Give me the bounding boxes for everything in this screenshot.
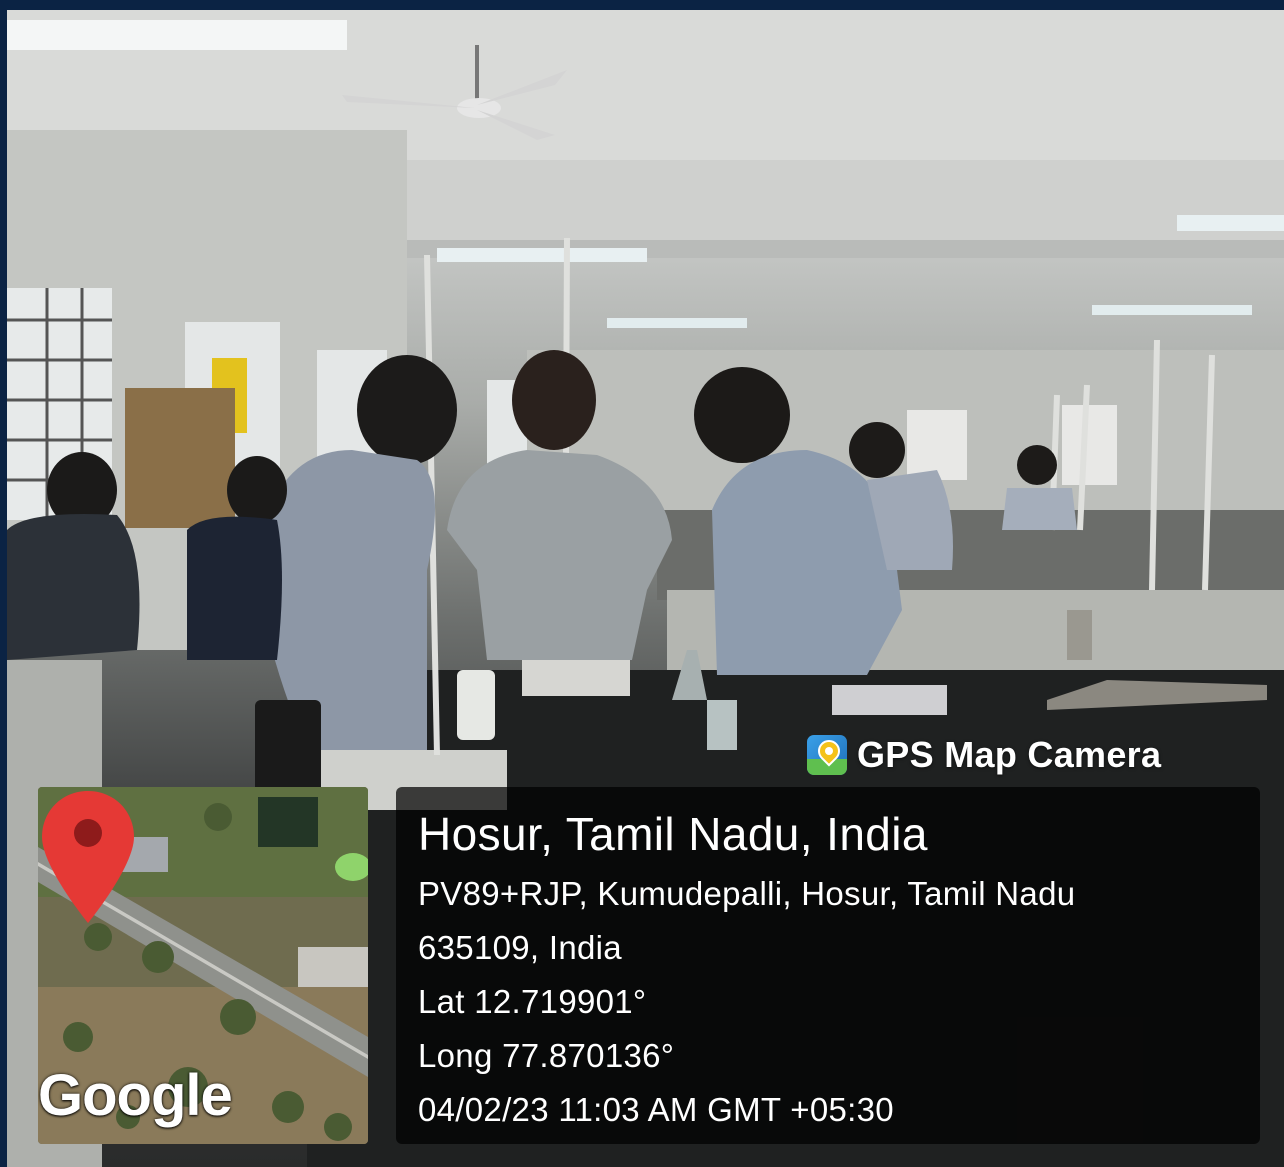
latitude: Lat 12.719901° [418, 983, 647, 1020]
address-line-2: 635109, India [418, 929, 622, 966]
google-logo: Google [38, 1063, 233, 1128]
location-map-thumbnail: Google [38, 787, 368, 1144]
address-line-1: PV89+RJP, Kumudepalli, Hosur, Tamil Nadu [418, 875, 1076, 912]
gps-map-camera-icon [807, 735, 847, 775]
image-frame: GPS Map Camera Google Hosur, Tamil Nadu,… [0, 0, 1284, 1167]
location-info-panel: Hosur, Tamil Nadu, India PV89+RJP, Kumud… [396, 787, 1260, 1144]
brand-label: GPS Map Camera [857, 734, 1162, 775]
gps-map-camera-brand: GPS Map Camera [807, 732, 1161, 778]
location-title: Hosur, Tamil Nadu, India [418, 808, 928, 860]
timestamp: 04/02/23 11:03 AM GMT +05:30 [418, 1091, 894, 1128]
map-pin-icon [42, 791, 134, 923]
longitude: Long 77.870136° [418, 1037, 675, 1074]
